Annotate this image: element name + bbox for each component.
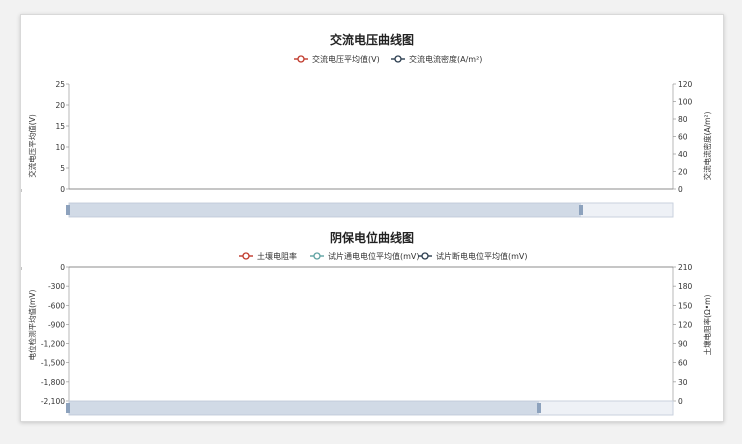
chart1-y2-tick-label: 100	[678, 98, 693, 107]
chart2-y2-axis-label: 土壤电阻率(Ω•m)	[702, 295, 712, 356]
chart2-y2-tick-label: 30	[678, 378, 688, 387]
chart2-y-tick-label: 0	[60, 263, 65, 272]
charts-svg: 交流电压曲线图 交流电压平均值(V) 交流电流密度(A/m²) 交流电压平均值(…	[21, 32, 712, 416]
chart1-y2-axis-label: 交流电流密度(A/m²)	[702, 112, 712, 181]
chart2-y2-tick-label: 0	[678, 397, 683, 406]
chart1-legend-current[interactable]: 交流电流密度(A/m²)	[391, 54, 482, 64]
chart1-y2-tick-label: 80	[678, 115, 688, 124]
chart1-scrollbar[interactable]	[66, 202, 674, 218]
chart2-scrollbar-thumb[interactable]	[69, 401, 539, 415]
chart2-y2-tick-label: 210	[678, 263, 693, 272]
chart2-y-tick-label: -2,100	[41, 397, 65, 406]
chart1-legend-current-label: 交流电流密度(A/m²)	[409, 54, 482, 64]
chart1-legend-voltage[interactable]: 交流电压平均值(V)	[294, 54, 380, 64]
chart1-y-tick-label: 0	[60, 185, 65, 194]
chart1-y-tick-label: 20	[55, 101, 65, 110]
chart1-y-tick-label: 25	[55, 80, 65, 89]
chart2-y-tick-label: -1,800	[41, 378, 65, 387]
chart1-y2-tick-label: 20	[678, 168, 688, 177]
chart2-legend-off-potential-label: 试片断电电位平均值(mV)	[436, 251, 528, 261]
chart2-y-axis-label: 电位检测平均值(mV)	[27, 290, 37, 361]
chart2-scrollbar[interactable]	[66, 400, 674, 416]
chart1-y-axis-label: 交流电压平均值(V)	[27, 114, 37, 178]
chart2-y-tick-label: -1,500	[41, 359, 65, 368]
chart2-y2-tick-label: 180	[678, 282, 693, 291]
chart2-title: 阴保电位曲线图	[330, 230, 414, 245]
chart2-y2-tick-label: 150	[678, 301, 693, 310]
chart2-y2-tick-label: 120	[678, 320, 693, 329]
chart1-y2-tick-label: 60	[678, 133, 688, 142]
chart1-y2-tick-label: 40	[678, 150, 688, 159]
chart2-legend-resistivity-label: 土壤电阻率	[257, 251, 297, 261]
chart1-title: 交流电压曲线图	[330, 32, 414, 47]
chart1-y2-tick-label: 120	[678, 80, 693, 89]
chart1-scrollbar-thumb[interactable]	[69, 203, 581, 217]
chart1-scroll-handle-left[interactable]	[66, 205, 70, 215]
chart1-y-tick-label: 5	[60, 164, 65, 173]
chart2-legend-off-potential[interactable]: 试片断电电位平均值(mV)	[418, 251, 528, 261]
chart2-y2-tick-label: 90	[678, 340, 688, 349]
chart1-scroll-handle-right[interactable]	[579, 205, 583, 215]
chart2-scroll-handle-left[interactable]	[66, 403, 70, 413]
chart2-legend-on-potential[interactable]: 试片通电电位平均值(mV)	[310, 251, 420, 261]
chart1-y-tick-label: 15	[55, 122, 65, 131]
chart1-y2-tick-label: 0	[678, 185, 683, 194]
chart2-y2-tick-label: 60	[678, 359, 688, 368]
chart2-y-tick-label: -900	[48, 320, 65, 329]
chart1-y-tick-label: 10	[55, 143, 65, 152]
chart2-y-tick-label: -600	[48, 301, 65, 310]
chart2-legend-resistivity[interactable]: 土壤电阻率	[239, 251, 297, 261]
chart2-legend-on-potential-label: 试片通电电位平均值(mV)	[328, 251, 420, 261]
chart2-scroll-handle-right[interactable]	[537, 403, 541, 413]
chart1-legend-voltage-label: 交流电压平均值(V)	[312, 54, 380, 64]
chart2-y-tick-label: -300	[48, 282, 65, 291]
charts-panel: 交流电压曲线图 交流电压平均值(V) 交流电流密度(A/m²) 交流电压平均值(…	[20, 14, 724, 422]
chart2-y-tick-label: -1,200	[41, 340, 65, 349]
